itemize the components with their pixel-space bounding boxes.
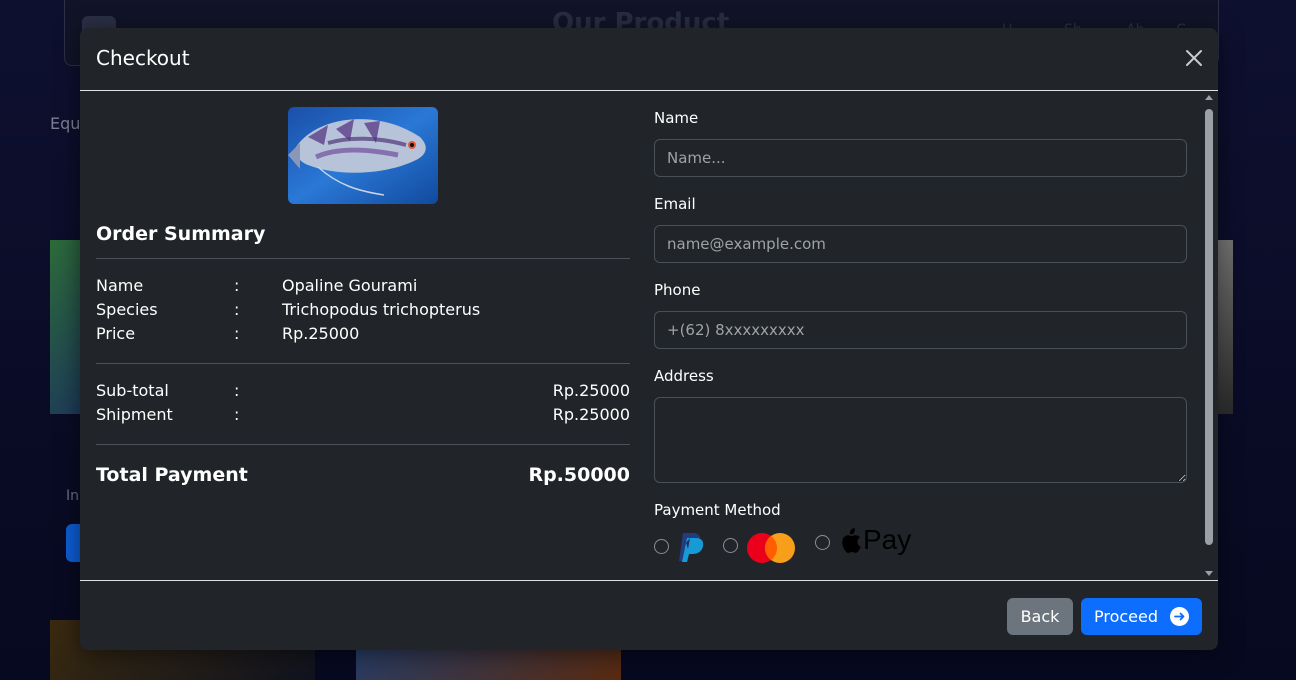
proceed-label: Proceed (1094, 607, 1159, 626)
phone-input[interactable] (654, 311, 1187, 349)
summary-colon: : (234, 300, 240, 319)
summary-row-price: Price : Rp.25000 (96, 324, 630, 346)
summary-row-shipment: Shipment : Rp.25000 (96, 405, 630, 427)
payment-method-label: Payment Method (654, 501, 781, 519)
apple-pay-text: Pay (863, 524, 912, 555)
summary-value: Rp.25000 (552, 405, 630, 424)
address-label: Address (654, 367, 714, 385)
divider (96, 258, 630, 259)
total-payment-row: Total Payment Rp.50000 (96, 464, 630, 492)
product-image (288, 107, 438, 204)
name-input[interactable] (654, 139, 1187, 177)
scroll-down-arrow-icon[interactable] (1205, 571, 1213, 576)
order-summary-heading: Order Summary (96, 223, 266, 245)
summary-colon: : (234, 381, 240, 400)
summary-label: Shipment (96, 405, 173, 424)
payment-radio-paypal[interactable] (654, 539, 669, 554)
payment-radio-applepay[interactable] (815, 535, 830, 550)
modal-header: Checkout (80, 28, 1218, 91)
summary-label: Sub-total (96, 381, 169, 400)
summary-colon: : (234, 276, 240, 295)
modal-title: Checkout (96, 46, 190, 70)
proceed-button[interactable]: Proceed (1081, 598, 1202, 635)
summary-value: Opaline Gourami (282, 276, 418, 295)
summary-row-species: Species : Trichopodus trichopterus (96, 300, 630, 322)
summary-colon: : (234, 324, 240, 343)
name-label: Name (654, 109, 699, 127)
modal-footer: Back Proceed (80, 580, 1218, 650)
payment-radio-mastercard[interactable] (723, 538, 738, 553)
category-label: Equ (50, 114, 81, 133)
summary-value: Rp.25000 (282, 324, 360, 343)
divider (96, 444, 630, 445)
card-caption: In (66, 488, 80, 504)
summary-label: Name (96, 276, 144, 295)
summary-value: Rp.25000 (552, 381, 630, 400)
scroll-thumb[interactable] (1205, 109, 1213, 545)
summary-label: Species (96, 300, 158, 319)
checkout-modal: Checkout Order Summary Name: Opaline Go… (80, 28, 1218, 650)
scroll-up-arrow-icon[interactable] (1205, 95, 1213, 100)
summary-row-subtotal: Sub-total : Rp.25000 (96, 381, 630, 403)
divider (96, 363, 630, 364)
arrow-right-circle-icon (1170, 607, 1189, 626)
total-payment-label: Total Payment (96, 464, 248, 486)
phone-label: Phone (654, 281, 701, 299)
email-label: Email (654, 195, 696, 213)
total-payment-value: Rp.50000 (528, 464, 630, 486)
paypal-icon (677, 531, 705, 567)
summary-row-name: Name : Opaline Gourami (96, 276, 630, 298)
email-input[interactable] (654, 225, 1187, 263)
summary-colon: : (234, 405, 240, 424)
modal-scrollbar[interactable] (1204, 95, 1214, 576)
mastercard-icon (746, 532, 796, 568)
close-icon (1186, 50, 1202, 66)
modal-body: Order Summary Name : Opaline Gourami Spe… (80, 91, 1218, 580)
back-button[interactable]: Back (1007, 598, 1073, 635)
close-button[interactable] (1184, 48, 1204, 68)
address-textarea[interactable] (654, 397, 1187, 483)
summary-value: Trichopodus trichopterus (282, 300, 481, 319)
summary-label: Price (96, 324, 136, 343)
